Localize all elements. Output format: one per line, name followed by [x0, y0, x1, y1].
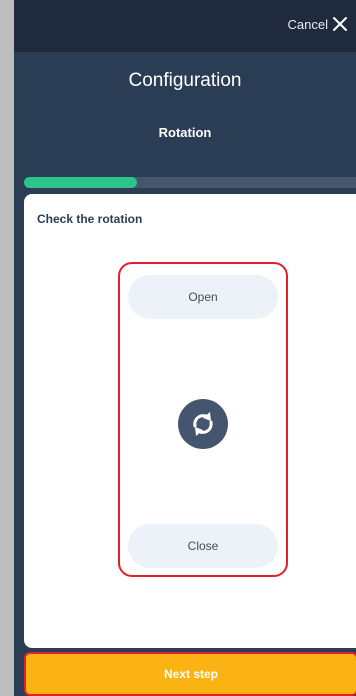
rotate-icon — [193, 412, 213, 436]
progress-bar-fill — [24, 177, 137, 188]
card-heading: Check the rotation — [37, 212, 143, 226]
open-button[interactable]: Open — [128, 275, 278, 319]
highlight-frame: Open Close — [118, 262, 288, 577]
next-step-button[interactable]: Next step — [24, 652, 356, 696]
close-icon — [333, 17, 347, 31]
cancel-button[interactable]: Cancel — [288, 16, 348, 32]
page-title: Configuration — [128, 70, 242, 91]
top-bar: Cancel — [14, 0, 356, 52]
cancel-label: Cancel — [287, 16, 328, 32]
progress-bar — [24, 177, 356, 188]
close-label: Close — [187, 539, 219, 553]
page-subtitle: Rotation — [158, 125, 212, 140]
screen: Cancel Configuration Rotation Check the … — [14, 0, 356, 696]
next-step-label: Next step — [163, 667, 219, 681]
rotation-card: Check the rotation Open Close — [24, 194, 356, 648]
close-button[interactable]: Close — [128, 524, 278, 568]
open-label: Open — [188, 290, 218, 304]
rotate-button[interactable] — [178, 399, 228, 449]
